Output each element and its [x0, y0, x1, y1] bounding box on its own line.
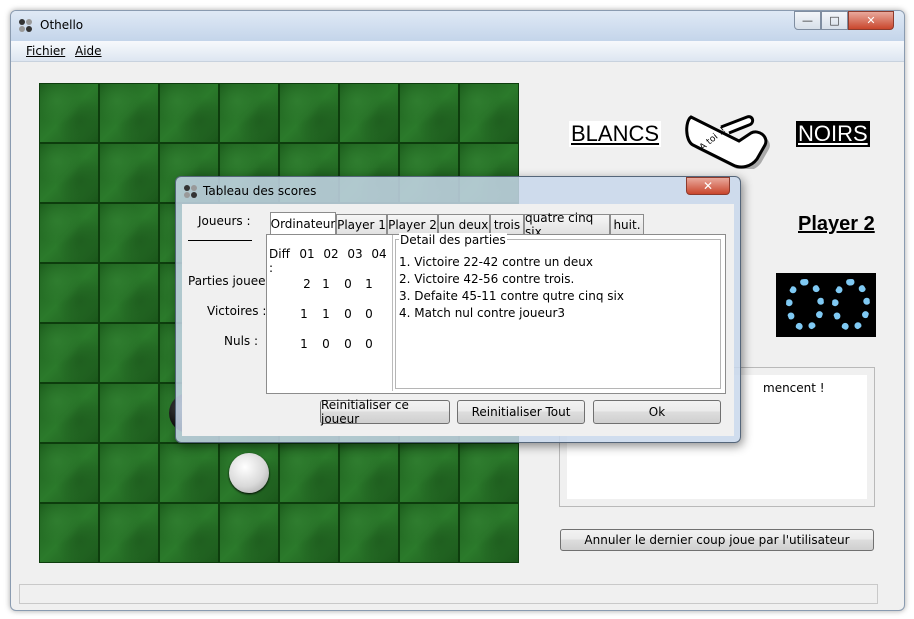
- board-cell[interactable]: [100, 264, 158, 322]
- players-label: Joueurs :: [198, 214, 251, 228]
- menu-aide[interactable]: Aide: [75, 44, 102, 58]
- board-cell[interactable]: [100, 84, 158, 142]
- board-cell[interactable]: [40, 144, 98, 202]
- players-underline: [188, 240, 252, 241]
- white-piece: [229, 453, 269, 493]
- wins-label: Victoires :: [207, 304, 267, 318]
- stat-value: 0: [344, 307, 352, 321]
- board-cell[interactable]: [160, 504, 218, 562]
- stat-value: 1: [300, 337, 308, 351]
- diff-col: 04: [371, 247, 387, 261]
- stat-value: 0: [344, 277, 352, 291]
- wins-row: 1 1 0 0: [267, 307, 392, 323]
- minimize-button[interactable]: —: [794, 11, 821, 30]
- board-cell[interactable]: [220, 84, 278, 142]
- close-button[interactable]: ✕: [848, 11, 894, 30]
- board-cell[interactable]: [460, 84, 518, 142]
- stat-value: 1: [322, 307, 330, 321]
- black-player-label: NOIRS: [796, 121, 870, 147]
- window-title: Othello: [40, 18, 84, 32]
- stat-value: 0: [365, 307, 373, 321]
- tab-un-deux[interactable]: un deux: [438, 214, 490, 234]
- dialog-body: Joueurs : Parties jouees : Victoires : N…: [182, 204, 734, 436]
- board-cell[interactable]: [400, 84, 458, 142]
- stat-value: 0: [365, 337, 373, 351]
- board-cell[interactable]: [460, 504, 518, 562]
- game-details-title: Detail des parties: [399, 233, 507, 247]
- tab-ordinateur[interactable]: Ordinateur: [270, 212, 336, 235]
- othello-app-icon: [19, 19, 33, 33]
- maximize-button[interactable]: □: [821, 11, 848, 30]
- board-cell[interactable]: [340, 444, 398, 502]
- dialog-title: Tableau des scores: [203, 184, 317, 198]
- diff-row: Diff : 01 02 03 04: [267, 247, 392, 275]
- board-cell[interactable]: [160, 84, 218, 142]
- board-cell[interactable]: [280, 84, 338, 142]
- dialog-app-icon: [184, 185, 198, 199]
- board-cell[interactable]: [40, 504, 98, 562]
- diff-col: 03: [347, 247, 363, 261]
- board-cell[interactable]: [160, 444, 218, 502]
- board-cell[interactable]: [100, 444, 158, 502]
- board-cell[interactable]: [40, 264, 98, 322]
- menu-fichier[interactable]: Fichier: [26, 44, 65, 58]
- board-cell[interactable]: [100, 324, 158, 382]
- stats-panel: Diff : 01 02 03 04 2 1 0 1 1 1 0 0 1 0 0…: [267, 235, 393, 391]
- title-bar[interactable]: Othello — □ ✕: [11, 11, 904, 41]
- stat-value: 1: [300, 307, 308, 321]
- list-item: 4. Match nul contre joueur3: [399, 306, 566, 320]
- message-text: mencent !: [763, 381, 825, 395]
- board-cell[interactable]: [40, 84, 98, 142]
- board-cell[interactable]: [400, 504, 458, 562]
- stat-value: 1: [365, 277, 373, 291]
- tab-player-1[interactable]: Player 1: [336, 214, 387, 234]
- board-cell[interactable]: [340, 504, 398, 562]
- list-item: 2. Victoire 42-56 contre trois.: [399, 272, 575, 286]
- board-cell[interactable]: [40, 444, 98, 502]
- board-cell[interactable]: [40, 324, 98, 382]
- current-player-name: Player 2: [798, 213, 875, 235]
- diff-label: Diff :: [269, 247, 290, 275]
- stat-value: 1: [322, 277, 330, 291]
- diff-col: 02: [323, 247, 339, 261]
- board-cell[interactable]: [460, 444, 518, 502]
- status-bar: [19, 584, 878, 604]
- board-cell[interactable]: [100, 144, 158, 202]
- board-cell[interactable]: [100, 504, 158, 562]
- board-cell[interactable]: [280, 504, 338, 562]
- tab-quatre-cinq-six[interactable]: quatre cinq six: [524, 211, 610, 239]
- draws-label: Nuls :: [224, 334, 259, 348]
- scores-dialog: Tableau des scores ✕ Joueurs : Parties j…: [175, 176, 741, 443]
- score-digit-0: [786, 279, 824, 331]
- ok-button[interactable]: Ok: [593, 400, 721, 424]
- diff-col: 01: [299, 247, 315, 261]
- list-item: 3. Defaite 45-11 contre qutre cinq six: [399, 289, 624, 303]
- board-cell[interactable]: [100, 384, 158, 442]
- tab-huit[interactable]: huit.: [610, 214, 644, 234]
- board-cell[interactable]: [280, 444, 338, 502]
- tab-player-2[interactable]: Player 2: [387, 214, 438, 234]
- games-row: 2 1 0 1: [267, 277, 392, 293]
- list-item: 1. Victoire 22-42 contre un deux: [399, 255, 593, 269]
- tab-pane: Diff : 01 02 03 04 2 1 0 1 1 1 0 0 1 0 0…: [266, 233, 726, 394]
- board-cell[interactable]: [220, 504, 278, 562]
- board-cell[interactable]: [40, 384, 98, 442]
- white-player-label: BLANCS: [569, 121, 662, 147]
- board-cell[interactable]: [400, 444, 458, 502]
- reset-all-button[interactable]: Reinitialiser Tout: [457, 400, 585, 424]
- dialog-close-button[interactable]: ✕: [686, 177, 730, 195]
- pointing-hand-icon: A toi !!: [681, 97, 779, 171]
- tab-trois[interactable]: trois: [490, 214, 524, 234]
- board-cell[interactable]: [100, 204, 158, 262]
- stat-value: 0: [322, 337, 330, 351]
- reset-player-button[interactable]: Reinitialiser ce joueur: [320, 398, 450, 426]
- menu-bar: Fichier Aide: [11, 41, 904, 62]
- stat-value: 0: [344, 337, 352, 351]
- draws-row: 1 0 0 0: [267, 337, 392, 353]
- score-display: 0 8: [776, 273, 876, 337]
- undo-last-move-button[interactable]: Annuler le dernier coup joue par l'utili…: [560, 529, 874, 551]
- board-cell[interactable]: [40, 204, 98, 262]
- score-digit-1: [832, 279, 870, 331]
- board-cell[interactable]: [340, 84, 398, 142]
